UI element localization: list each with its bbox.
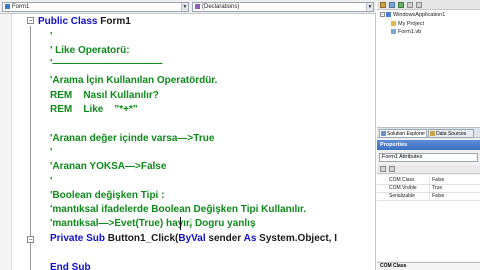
tab-data-sources[interactable]: Data Sources xyxy=(428,129,474,138)
tab-solution-explorer[interactable]: Solution Explorer xyxy=(379,129,427,138)
comment: ' Like Operatorü: xyxy=(50,45,130,56)
comment: 'Aranan değer içinde varsa—>True xyxy=(50,133,215,144)
method-name-value: (Declarations) xyxy=(202,4,240,10)
comment: 'Aranan YOKSA—>False xyxy=(50,161,167,172)
comment: Dogru yanlış xyxy=(192,218,256,229)
code-line[interactable]: '——————————— xyxy=(50,58,162,70)
tree-item-my-project[interactable]: My Project xyxy=(391,21,424,28)
comment: ' xyxy=(50,31,53,42)
tree-item-label: Form1.vb xyxy=(398,29,422,35)
indicator-margin[interactable] xyxy=(0,14,12,270)
outline-guide xyxy=(30,26,31,270)
tree-item-form1[interactable]: Form1.vb xyxy=(391,29,421,36)
solution-explorer-toolbar xyxy=(377,0,480,10)
code-line[interactable]: ' Like Operatorü: xyxy=(50,45,130,57)
code-line[interactable]: 'Aranan değer içinde varsa—>True xyxy=(50,133,214,145)
comment: 'mantıksal ifadelerde Boolean Değişken T… xyxy=(50,204,307,215)
chevron-down-icon[interactable]: ▼ xyxy=(366,3,373,11)
solution-icon xyxy=(381,131,386,136)
collapse-icon[interactable]: − xyxy=(380,12,385,18)
code-line[interactable]: ' xyxy=(50,147,52,159)
code-line[interactable]: ' xyxy=(50,31,52,43)
keyword: Private Sub xyxy=(50,233,106,244)
form-icon xyxy=(391,29,396,35)
keyword: As xyxy=(243,233,257,244)
properties-toolbar xyxy=(377,165,480,174)
data-sources-icon xyxy=(430,131,435,136)
tree-item-label: WindowsApplication1 xyxy=(393,12,446,18)
property-row[interactable]: COM Class False xyxy=(377,177,480,185)
code-line[interactable]: REM Nasıl Kullanılır? xyxy=(50,90,159,102)
refresh-icon[interactable] xyxy=(398,2,404,8)
code-line[interactable]: End Sub xyxy=(50,262,91,270)
class-name-combo[interactable]: Form1 ▼ xyxy=(2,2,189,12)
comment: 'mantıksal—>Evet(True) hayır xyxy=(50,218,190,229)
collapse-icon[interactable]: − xyxy=(27,17,34,24)
editor-navigation-bar: Form1 ▼ (Declarations) ▼ xyxy=(0,0,376,14)
code-line[interactable]: 'mantıksal ifadelerde Boolean Değişken T… xyxy=(50,204,306,216)
method-name-combo[interactable]: (Declarations) ▼ xyxy=(192,2,374,12)
keyword: Public Class xyxy=(38,16,98,27)
property-description: COM Class xyxy=(377,262,480,270)
code-text: Form1 xyxy=(97,16,131,27)
show-all-files-icon[interactable] xyxy=(389,2,395,8)
folder-icon xyxy=(391,21,396,27)
property-name: COM Class xyxy=(389,177,415,183)
comment: ' xyxy=(50,176,53,187)
property-row[interactable]: Serializable False xyxy=(377,193,480,201)
comment: 'Boolean değişken Tipi : xyxy=(50,190,165,201)
class-name-value: Form1 xyxy=(12,4,30,10)
property-value[interactable]: False xyxy=(429,193,479,200)
comment: '——————————— xyxy=(50,58,163,69)
dock-tab-strip: Solution Explorer Data Sources xyxy=(377,128,480,138)
code-line[interactable]: 'Aranan YOKSA—>False xyxy=(50,161,166,173)
view-designer-icon[interactable] xyxy=(416,2,422,8)
keyword: ByVal xyxy=(178,233,206,244)
chevron-down-icon[interactable]: ▼ xyxy=(181,3,188,11)
code-editor[interactable]: Form1 ▼ (Declarations) ▼ − − Public Clas… xyxy=(0,0,376,270)
properties-icon[interactable] xyxy=(380,2,386,8)
project-icon xyxy=(386,12,391,18)
property-value[interactable]: False xyxy=(429,177,479,184)
text-cursor xyxy=(180,217,181,230)
categorized-icon[interactable] xyxy=(380,166,386,172)
code-line[interactable]: 'mantıksal—>Evet(True) hayır, Dogru yanl… xyxy=(50,218,256,230)
tab-label: Data Sources xyxy=(436,131,467,137)
comment: ' xyxy=(50,147,53,158)
tree-item-solution[interactable]: − WindowsApplication1 xyxy=(380,12,445,19)
property-name: Serializable xyxy=(389,193,415,199)
code-line[interactable]: Private Sub Button1_Click(ByVal sender A… xyxy=(50,233,337,245)
comment: 'Arama İçin Kullanılan Operatördür. xyxy=(50,75,218,86)
code-line[interactable]: 'Arama İçin Kullanılan Operatördür. xyxy=(50,75,217,87)
code-text: Button1_Click( xyxy=(105,233,179,244)
properties-title: Properties xyxy=(377,140,480,150)
property-row[interactable]: COM Visible True xyxy=(377,185,480,193)
code-line[interactable]: ' xyxy=(50,176,52,188)
alphabetical-icon[interactable] xyxy=(389,166,395,172)
code-text: System.Object, I xyxy=(256,233,337,244)
properties-object-selector[interactable]: Form1 Attributes xyxy=(379,153,478,162)
code-line[interactable]: REM Like "*+*" xyxy=(50,104,138,116)
tab-label: Solution Explorer xyxy=(387,131,426,137)
comment: REM Nasıl Kullanılır? xyxy=(50,90,159,101)
keyword: End Sub xyxy=(50,262,91,270)
class-icon xyxy=(5,3,10,9)
method-icon xyxy=(195,3,200,9)
right-dock: − WindowsApplication1 My Project Form1.vb… xyxy=(377,0,480,270)
comment: REM Like "*+*" xyxy=(50,104,138,115)
collapse-icon[interactable]: − xyxy=(27,236,34,243)
tree-item-label: My Project xyxy=(398,21,424,27)
properties-grid[interactable]: COM Class False COM Visible True Seriali… xyxy=(377,175,480,261)
code-line[interactable]: 'Boolean değişken Tipi : xyxy=(50,190,164,202)
property-value[interactable]: True xyxy=(429,185,479,192)
code-line[interactable]: Public Class Form1 xyxy=(38,16,131,28)
view-code-icon[interactable] xyxy=(407,2,413,8)
code-text: sender xyxy=(205,233,244,244)
solution-explorer-tree[interactable]: − WindowsApplication1 My Project Form1.vb xyxy=(377,10,480,128)
property-name: COM Visible xyxy=(389,185,417,191)
